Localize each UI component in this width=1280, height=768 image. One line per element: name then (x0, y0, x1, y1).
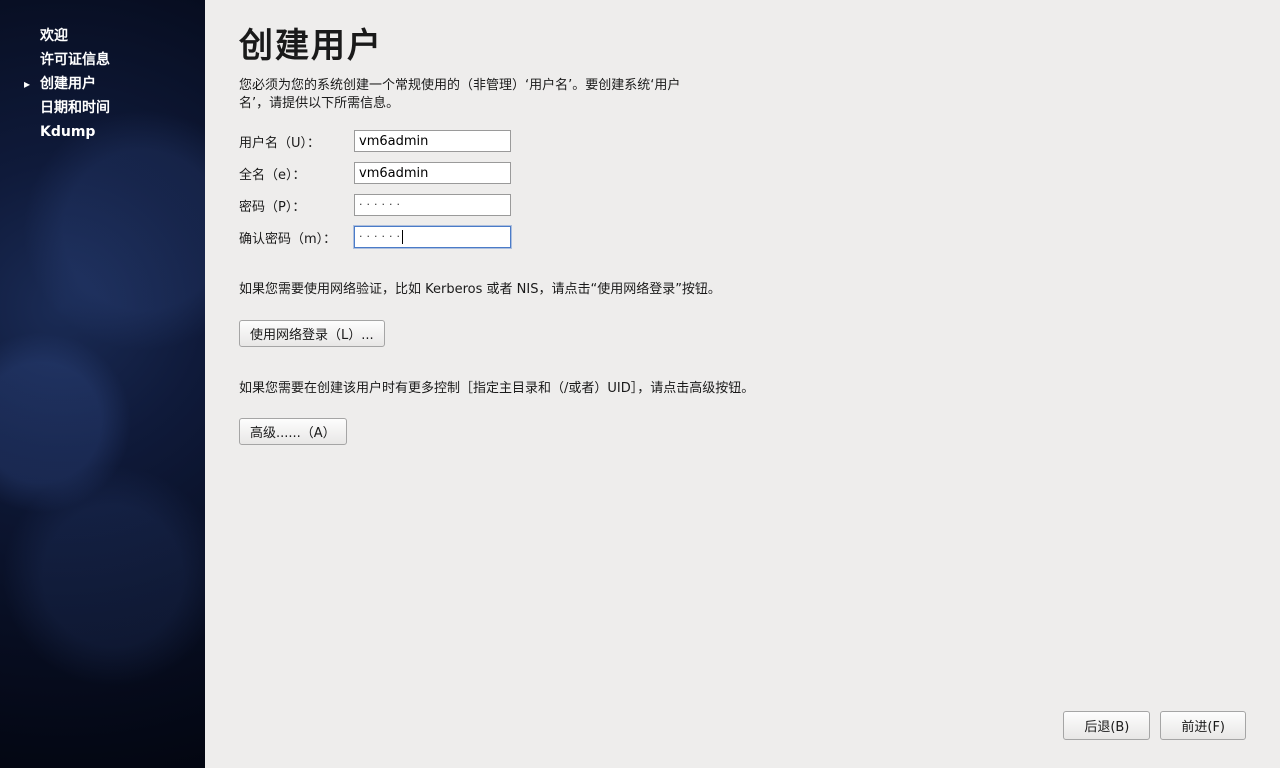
forward-button[interactable]: 前进(F) (1160, 711, 1246, 740)
input-fullname[interactable] (354, 162, 511, 184)
network-login-button[interactable]: 使用网络登录（L）... (239, 320, 385, 347)
advanced-note: 如果您需要在创建该用户时有更多控制［指定主目录和（/或者）UID］，请点击高级按… (239, 379, 759, 399)
label-fullname: 全名（e）： (239, 164, 354, 183)
main-content: 创建用户 您必须为您的系统创建一个常规使用的（非管理）‘用户名’。要创建系统‘用… (205, 0, 1280, 768)
sidebar: 欢迎 许可证信息 创建用户 日期和时间 Kdump (0, 0, 205, 768)
sidebar-item-create-user[interactable]: 创建用户 (0, 72, 205, 96)
row-password: 密码（P）： ······ (239, 194, 1240, 216)
label-confirm-password: 确认密码（m）： (239, 228, 354, 247)
row-username: 用户名（U）： (239, 130, 1240, 152)
input-confirm-password[interactable]: ······ (354, 226, 511, 248)
footer-buttons: 后退(B) 前进(F) (1063, 711, 1246, 740)
sidebar-item-kdump[interactable]: Kdump (0, 120, 205, 144)
back-button[interactable]: 后退(B) (1063, 711, 1150, 740)
advanced-button[interactable]: 高级......（A） (239, 418, 347, 445)
sidebar-item-license[interactable]: 许可证信息 (0, 48, 205, 72)
input-password[interactable]: ······ (354, 194, 511, 216)
sidebar-item-date-time[interactable]: 日期和时间 (0, 96, 205, 120)
row-fullname: 全名（e）： (239, 162, 1240, 184)
label-password: 密码（P）： (239, 196, 354, 215)
text-cursor-icon (402, 230, 403, 244)
label-username: 用户名（U）： (239, 132, 354, 151)
input-username[interactable] (354, 130, 511, 152)
page-title: 创建用户 (239, 18, 1240, 67)
page-intro: 您必须为您的系统创建一个常规使用的（非管理）‘用户名’。要创建系统‘用户名’，请… (239, 77, 709, 112)
network-login-note: 如果您需要使用网络验证，比如 Kerberos 或者 NIS，请点击“使用网络登… (239, 280, 759, 300)
row-confirm-password: 确认密码（m）： ······ (239, 226, 1240, 248)
sidebar-item-welcome[interactable]: 欢迎 (0, 24, 205, 48)
